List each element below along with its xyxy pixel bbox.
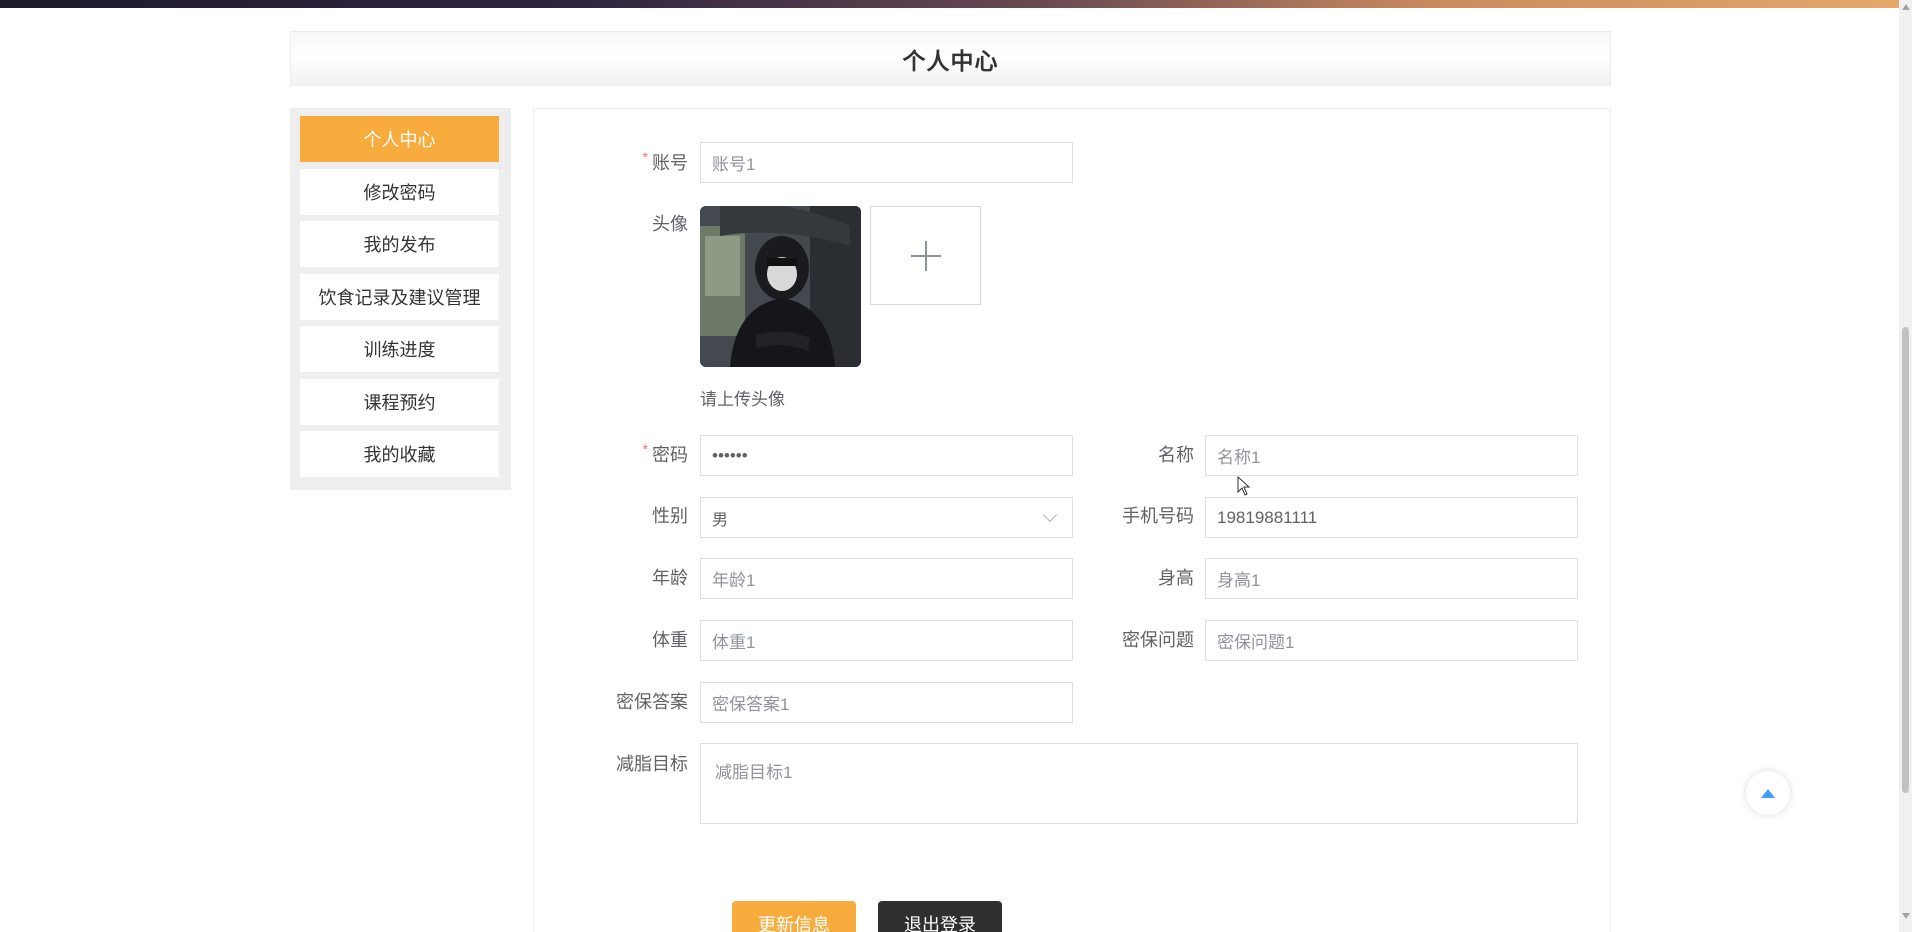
sidebar-item-personal-center[interactable]: 个人中心 <box>300 116 499 162</box>
security-answer-input[interactable] <box>700 682 1073 723</box>
sidebar-item-my-posts[interactable]: 我的发布 <box>300 221 499 267</box>
avatar-upload-button[interactable] <box>870 206 981 305</box>
height-input[interactable] <box>1205 558 1578 599</box>
phone-label: 手机号码 <box>1122 506 1194 526</box>
account-label: * 账号 <box>642 149 688 173</box>
name-label: 名称 <box>1158 445 1194 465</box>
back-to-top-button[interactable] <box>1746 771 1790 815</box>
page-title: 个人中心 <box>902 47 999 74</box>
chevron-down-icon <box>1042 507 1058 522</box>
security-question-input[interactable] <box>1205 620 1578 661</box>
security-answer-label: 密保答案 <box>616 692 688 712</box>
age-input[interactable] <box>700 558 1073 599</box>
arrow-up-icon <box>1761 788 1775 798</box>
gender-label: 性别 <box>652 506 688 526</box>
gender-select[interactable]: 男 <box>700 497 1073 538</box>
weight-input[interactable] <box>700 620 1073 661</box>
scroll-up-arrow-icon[interactable] <box>1902 4 1910 10</box>
page-header: 个人中心 <box>290 31 1611 86</box>
account-input[interactable] <box>700 142 1073 183</box>
page-scrollbar[interactable] <box>1899 0 1912 932</box>
top-banner <box>0 0 1912 8</box>
update-info-button[interactable]: 更新信息 <box>732 901 856 932</box>
security-question-label: 密保问题 <box>1122 630 1194 650</box>
sidebar-item-change-password[interactable]: 修改密码 <box>300 168 499 215</box>
weight-label: 体重 <box>652 630 688 650</box>
password-input[interactable] <box>700 435 1073 476</box>
required-mark: * <box>642 441 648 457</box>
scroll-thumb[interactable] <box>1902 327 1909 793</box>
fat-loss-goal-label: 减脂目标 <box>616 754 688 774</box>
name-input[interactable] <box>1205 435 1578 476</box>
avatar-image <box>700 206 861 367</box>
sidebar-menu: 个人中心 修改密码 我的发布 饮食记录及建议管理 训练进度 课程预约 我的收藏 <box>290 108 511 490</box>
sidebar-item-diet-records[interactable]: 饮食记录及建议管理 <box>300 273 499 320</box>
sidebar-item-course-booking[interactable]: 课程预约 <box>300 378 499 425</box>
avatar-label: 头像 <box>652 214 688 234</box>
profile-form: *账号 头像 请上传头像 *密码 名称 性别 男 手机号码 <box>533 108 1611 932</box>
fat-loss-goal-textarea[interactable]: 减脂目标1 <box>700 743 1578 824</box>
gender-selected-value: 男 <box>712 511 729 529</box>
sidebar-item-my-favorites[interactable]: 我的收藏 <box>300 431 499 477</box>
required-mark: * <box>642 149 648 165</box>
password-label: * 密码 <box>642 441 688 465</box>
height-label: 身高 <box>1158 568 1194 588</box>
avatar-hint: 请上传头像 <box>700 390 785 409</box>
logout-button[interactable]: 退出登录 <box>878 901 1002 932</box>
sidebar-item-training-progress[interactable]: 训练进度 <box>300 326 499 372</box>
age-label: 年龄 <box>652 568 688 588</box>
phone-input[interactable] <box>1205 497 1578 538</box>
plus-icon <box>910 240 941 271</box>
scroll-down-arrow-icon[interactable] <box>1902 913 1910 919</box>
